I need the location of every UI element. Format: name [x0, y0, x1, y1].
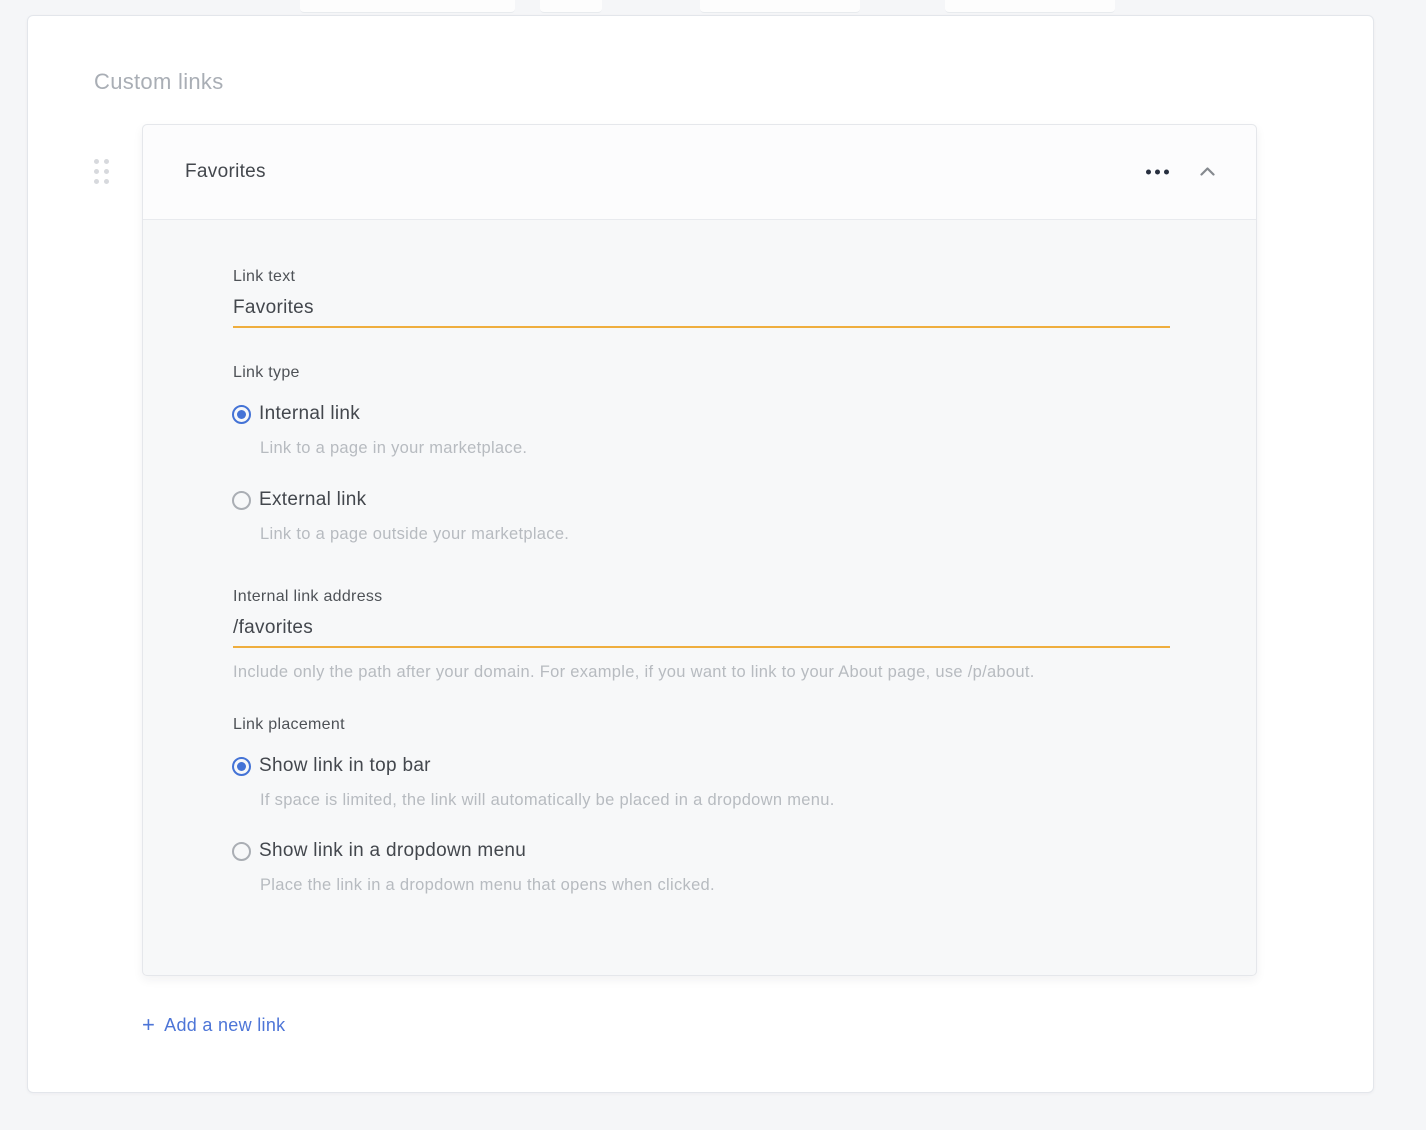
link-text-label: Link text	[233, 268, 295, 286]
radio-external-link-helper: Link to a page outside your marketplace.	[260, 525, 569, 544]
cutoff-element	[300, 0, 515, 13]
radio-internal-link-helper: Link to a page in your marketplace.	[260, 439, 527, 458]
cutoff-element	[700, 0, 860, 13]
link-type-label: Link type	[233, 364, 300, 382]
drag-handle-icon[interactable]	[94, 159, 109, 184]
link-text-input[interactable]: Favorites	[233, 297, 314, 319]
radio-external-link-label[interactable]: External link	[259, 489, 366, 511]
internal-link-address-label: Internal link address	[233, 588, 383, 606]
chevron-up-icon[interactable]	[1196, 159, 1219, 185]
link-placement-label: Link placement	[233, 716, 345, 734]
cutoff-element	[945, 0, 1115, 13]
internal-link-address-underline	[233, 646, 1170, 648]
add-new-link-label: Add a new link	[164, 1015, 285, 1036]
custom-link-card: Favorites Link text Favorites Link type …	[142, 124, 1257, 976]
radio-show-link-dropdown-label[interactable]: Show link in a dropdown menu	[259, 840, 526, 862]
internal-link-address-input[interactable]: /favorites	[233, 617, 313, 639]
radio-internal-link-label[interactable]: Internal link	[259, 403, 360, 425]
radio-show-link-top-bar-label[interactable]: Show link in top bar	[259, 755, 431, 777]
section-heading: Custom links	[94, 69, 224, 95]
radio-show-link-top-bar[interactable]	[232, 757, 251, 776]
card-title: Favorites	[185, 161, 266, 183]
radio-internal-link[interactable]	[232, 405, 251, 424]
settings-panel: Custom links Favorites Link text Favorit…	[27, 15, 1374, 1093]
radio-show-link-dropdown-helper: Place the link in a dropdown menu that o…	[260, 876, 715, 895]
internal-link-address-helper: Include only the path after your domain.…	[233, 663, 1035, 682]
radio-show-link-dropdown[interactable]	[232, 842, 251, 861]
radio-external-link[interactable]	[232, 491, 251, 510]
add-new-link-button[interactable]: + Add a new link	[142, 1014, 285, 1036]
kebab-menu-icon[interactable]	[1144, 164, 1171, 181]
radio-show-link-top-bar-helper: If space is limited, the link will autom…	[260, 791, 835, 810]
cutoff-element	[540, 0, 602, 13]
card-header: Favorites	[143, 125, 1256, 220]
link-text-input-underline	[233, 326, 1170, 328]
plus-icon: +	[142, 1014, 155, 1036]
page: Custom links Favorites Link text Favorit…	[0, 0, 1426, 1130]
